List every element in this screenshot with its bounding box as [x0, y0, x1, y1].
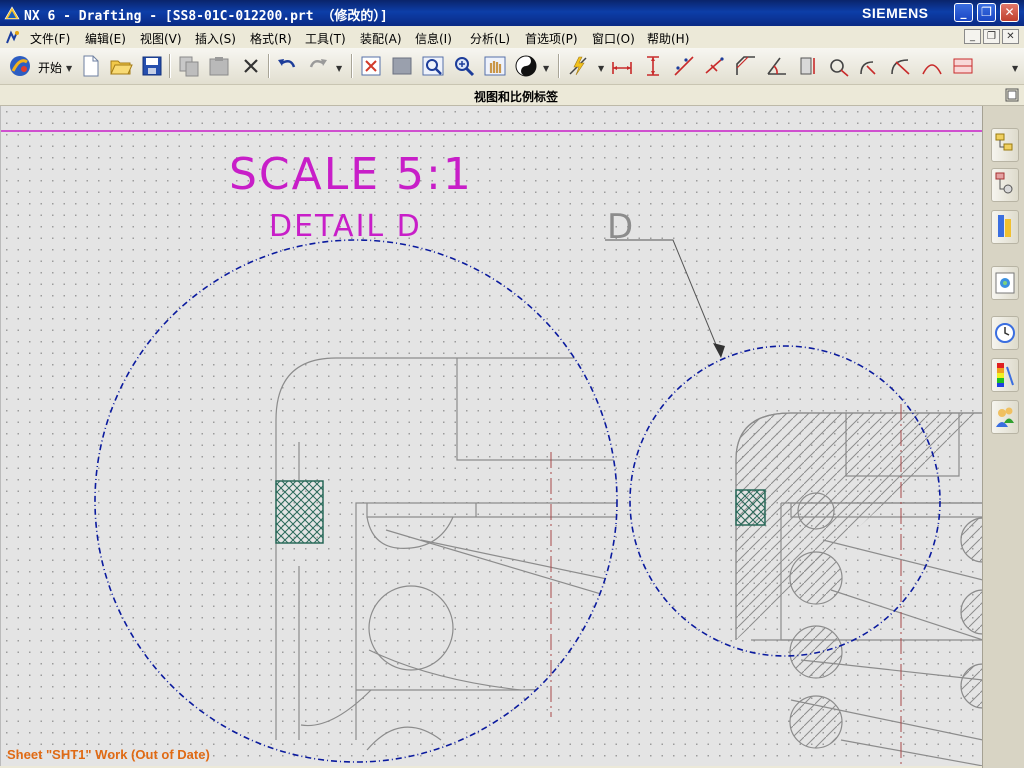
- open-folder-icon[interactable]: [109, 54, 133, 78]
- nx-app-icon[interactable]: [4, 5, 20, 21]
- chevron-down-icon[interactable]: ▼: [66, 64, 72, 73]
- main-toolbar: 开始 ▼ ▼ ▼ ▼ ▼: [0, 48, 1024, 85]
- menu-assembly[interactable]: 装配(A): [360, 30, 402, 47]
- arc-dim-icon[interactable]: [920, 54, 944, 78]
- horizontal-dim-icon[interactable]: [610, 54, 634, 78]
- doc-minimize-button[interactable]: _: [964, 29, 981, 44]
- parent-view-geometry[interactable]: [735, 412, 983, 766]
- drawing-canvas[interactable]: SCALE 5:1 DETAIL D D: [0, 106, 983, 766]
- menu-analysis[interactable]: 分析(L): [470, 30, 510, 47]
- view-label-bar: 视图和比例标签: [0, 85, 1024, 106]
- hole-dim-icon[interactable]: [827, 54, 851, 78]
- radius-dim-icon[interactable]: [858, 54, 882, 78]
- new-file-icon[interactable]: [79, 54, 103, 78]
- nx-menu-icon[interactable]: [5, 30, 21, 45]
- color-palette-icon[interactable]: [991, 358, 1019, 392]
- render-style-icon[interactable]: [514, 54, 538, 78]
- lightning-icon[interactable]: [566, 54, 590, 78]
- roles-icon[interactable]: [991, 210, 1019, 244]
- copy-icon[interactable]: [177, 54, 201, 78]
- start-button[interactable]: 开始: [38, 59, 62, 76]
- close-button[interactable]: ✕: [1000, 3, 1019, 22]
- view-label-title: 视图和比例标签: [474, 90, 559, 104]
- cylinder-dim-icon[interactable]: [796, 54, 820, 78]
- menu-preferences[interactable]: 首选项(P): [525, 30, 578, 47]
- fit-view-icon[interactable]: [359, 54, 383, 78]
- save-icon[interactable]: [140, 54, 164, 78]
- menu-information[interactable]: 信息(I): [415, 30, 452, 47]
- part-navigator-icon[interactable]: [991, 168, 1019, 202]
- menu-edit[interactable]: 编辑(E): [85, 30, 126, 47]
- zoom-window-icon[interactable]: [390, 54, 414, 78]
- paste-icon[interactable]: [207, 54, 231, 78]
- doc-restore-button[interactable]: ❐: [983, 29, 1000, 44]
- title-bar: NX 6 - Drafting - [SS8-01C-012200.prt （修…: [0, 0, 1024, 26]
- vertical-dim-icon[interactable]: [641, 54, 665, 78]
- menu-view[interactable]: 视图(V): [140, 30, 182, 47]
- minimize-button[interactable]: _: [954, 3, 973, 22]
- brand-logo: SIEMENS: [862, 5, 929, 21]
- doc-close-button[interactable]: ✕: [1002, 29, 1019, 44]
- seal-section[interactable]: [275, 480, 324, 544]
- chevron-down-icon[interactable]: ▼: [598, 64, 604, 73]
- seal-section[interactable]: [735, 489, 766, 526]
- perpendicular-dim-icon[interactable]: [703, 54, 727, 78]
- parallel-dim-icon[interactable]: [672, 54, 696, 78]
- menu-window[interactable]: 窗口(O): [592, 30, 635, 47]
- zoom-in-out-icon[interactable]: [452, 54, 476, 78]
- window-title: NX 6 - Drafting - [SS8-01C-012200.prt （修…: [24, 9, 388, 24]
- leader-arrowhead: [713, 343, 725, 358]
- delete-icon[interactable]: [239, 54, 263, 78]
- angle-dim-icon[interactable]: [765, 54, 789, 78]
- maximize-view-icon[interactable]: [1005, 88, 1019, 102]
- menu-tools[interactable]: 工具(T): [305, 30, 346, 47]
- menu-help[interactable]: 帮助(H): [647, 30, 689, 47]
- detail-callout-letter[interactable]: D: [607, 207, 633, 247]
- toolbar-overflow-icon[interactable]: ▼: [1012, 64, 1018, 73]
- chamfer-dim-icon[interactable]: [734, 54, 758, 78]
- zoom-box-icon[interactable]: [421, 54, 445, 78]
- scale-label[interactable]: SCALE 5:1: [229, 149, 473, 200]
- resource-bar: [982, 106, 1024, 768]
- menu-format[interactable]: 格式(R): [250, 30, 292, 47]
- history-icon[interactable]: [991, 316, 1019, 350]
- detail-view-geometry[interactable]: [275, 357, 621, 751]
- ordinate-dim-icon[interactable]: [951, 54, 975, 78]
- start-icon[interactable]: [8, 54, 32, 78]
- menu-file[interactable]: 文件(F): [30, 30, 70, 47]
- drawing-svg: SCALE 5:1 DETAIL D D: [1, 130, 983, 766]
- chevron-down-icon[interactable]: ▼: [336, 64, 342, 73]
- restore-button[interactable]: ❐: [977, 3, 996, 22]
- pan-hand-icon[interactable]: [483, 54, 507, 78]
- assembly-navigator-icon[interactable]: [991, 128, 1019, 162]
- radius-center-dim-icon[interactable]: [889, 54, 913, 78]
- detail-label[interactable]: DETAIL D: [269, 209, 422, 244]
- menu-bar: 文件(F) 编辑(E) 视图(V) 插入(S) 格式(R) 工具(T) 装配(A…: [0, 26, 1024, 49]
- menu-insert[interactable]: 插入(S): [195, 30, 236, 47]
- undo-icon[interactable]: [275, 54, 299, 78]
- chevron-down-icon[interactable]: ▼: [543, 64, 549, 73]
- system-roles-icon[interactable]: [991, 400, 1019, 434]
- redo-icon[interactable]: [306, 54, 330, 78]
- status-text: Sheet "SHT1" Work (Out of Date): [7, 747, 210, 762]
- leader-line[interactable]: [605, 239, 720, 353]
- web-browser-icon[interactable]: [991, 266, 1019, 300]
